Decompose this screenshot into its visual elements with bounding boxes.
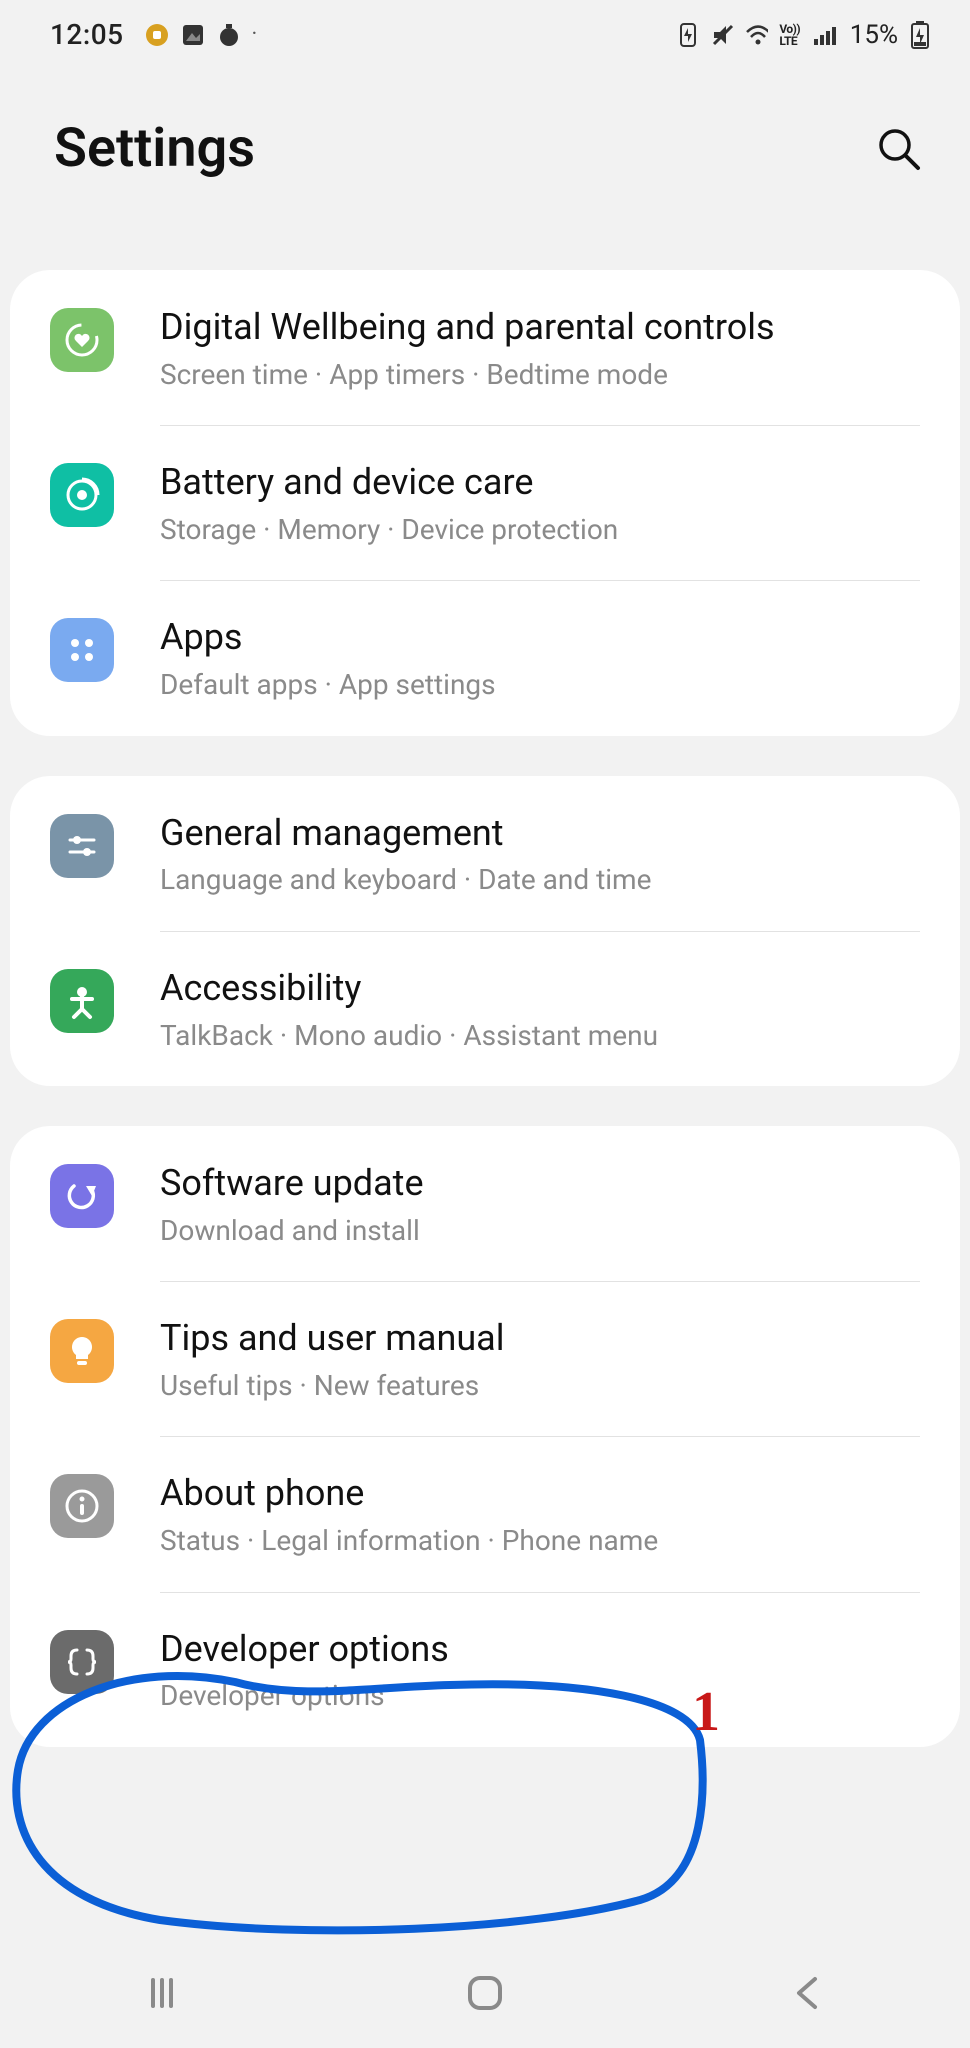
status-right: Vo))LTE 15% xyxy=(676,20,932,50)
settings-item-developer-options[interactable]: Developer options Developer options xyxy=(10,1592,960,1747)
row-title: Apps xyxy=(160,614,920,661)
status-left: 12:05 · xyxy=(50,18,257,51)
settings-group: Digital Wellbeing and parental controls S… xyxy=(10,270,960,736)
row-subtitle: Status · Legal information · Phone name xyxy=(160,1523,920,1559)
wifi-icon xyxy=(744,23,768,47)
row-text: Tips and user manual Useful tips · New fe… xyxy=(160,1315,920,1404)
settings-item-tips-manual[interactable]: Tips and user manual Useful tips · New fe… xyxy=(10,1281,960,1436)
row-title: Digital Wellbeing and parental controls xyxy=(160,304,920,351)
info-icon xyxy=(50,1474,114,1538)
gallery-icon xyxy=(180,23,204,47)
settings-item-digital-wellbeing[interactable]: Digital Wellbeing and parental controls S… xyxy=(10,270,960,425)
row-subtitle: Default apps · App settings xyxy=(160,667,920,703)
row-text: Developer options Developer options xyxy=(160,1626,920,1715)
recents-button[interactable] xyxy=(132,1963,192,2023)
status-bar: 12:05 · Vo))LTE 15% xyxy=(0,0,970,69)
row-text: Accessibility TalkBack · Mono audio · Ass… xyxy=(160,965,920,1054)
settings-item-software-update[interactable]: Software update Download and install xyxy=(10,1126,960,1281)
row-text: Digital Wellbeing and parental controls S… xyxy=(160,304,920,393)
page-title: Settings xyxy=(54,117,255,180)
settings-list: Digital Wellbeing and parental controls S… xyxy=(0,270,970,1887)
clock: 12:05 xyxy=(50,18,124,51)
row-text: Battery and device care Storage · Memory … xyxy=(160,459,920,548)
settings-item-accessibility[interactable]: Accessibility TalkBack · Mono audio · Ass… xyxy=(10,931,960,1086)
settings-item-general-management[interactable]: General management Language and keyboard … xyxy=(10,776,960,931)
mute-icon xyxy=(710,23,734,47)
signal-icon xyxy=(812,23,836,47)
row-text: About phone Status · Legal information · … xyxy=(160,1470,920,1559)
row-text: Software update Download and install xyxy=(160,1160,920,1249)
settings-item-battery-device-care[interactable]: Battery and device care Storage · Memory … xyxy=(10,425,960,580)
more-notif-dot: · xyxy=(252,22,258,47)
data-saver-icon xyxy=(676,23,700,47)
row-title: Tips and user manual xyxy=(160,1315,920,1362)
row-subtitle: TalkBack · Mono audio · Assistant menu xyxy=(160,1018,920,1054)
battery-charging-icon xyxy=(908,23,932,47)
row-subtitle: Useful tips · New features xyxy=(160,1368,920,1404)
heart-ring-icon xyxy=(50,308,114,372)
row-text: Apps Default apps · App settings xyxy=(160,614,920,703)
settings-item-about-phone[interactable]: About phone Status · Legal information · … xyxy=(10,1436,960,1591)
settings-group: General management Language and keyboard … xyxy=(10,776,960,1086)
stopwatch-icon xyxy=(216,23,240,47)
dots-grid-icon xyxy=(50,618,114,682)
person-icon xyxy=(50,969,114,1033)
battery-percent: 15% xyxy=(850,20,898,50)
settings-item-apps[interactable]: Apps Default apps · App settings xyxy=(10,580,960,735)
home-button[interactable] xyxy=(455,1963,515,2023)
back-button[interactable] xyxy=(778,1963,838,2023)
row-title: Battery and device care xyxy=(160,459,920,506)
row-subtitle: Storage · Memory · Device protection xyxy=(160,512,920,548)
bulb-icon xyxy=(50,1319,114,1383)
sliders-icon xyxy=(50,814,114,878)
row-subtitle: Language and keyboard · Date and time xyxy=(160,862,920,898)
row-title: About phone xyxy=(160,1470,920,1517)
row-subtitle: Download and install xyxy=(160,1213,920,1249)
row-title: Developer options xyxy=(160,1626,920,1673)
row-title: General management xyxy=(160,810,920,857)
row-title: Software update xyxy=(160,1160,920,1207)
row-subtitle: Developer options xyxy=(160,1678,920,1714)
search-icon xyxy=(876,126,922,172)
refresh-icon xyxy=(50,1164,114,1228)
home-icon xyxy=(465,1973,505,2013)
ring-target-icon xyxy=(50,463,114,527)
search-button[interactable] xyxy=(876,126,922,172)
row-title: Accessibility xyxy=(160,965,920,1012)
back-icon xyxy=(791,1973,825,2013)
header: Settings xyxy=(0,69,970,220)
row-subtitle: Screen time · App timers · Bedtime mode xyxy=(160,357,920,393)
settings-group: Software update Download and install Tips … xyxy=(10,1126,960,1747)
volte-icon: Vo))LTE xyxy=(778,23,802,47)
navigation-bar xyxy=(0,1938,970,2048)
row-text: General management Language and keyboard … xyxy=(160,810,920,899)
recents-icon xyxy=(143,1974,181,2012)
braces-icon xyxy=(50,1630,114,1694)
app-notif-icon xyxy=(144,23,168,47)
